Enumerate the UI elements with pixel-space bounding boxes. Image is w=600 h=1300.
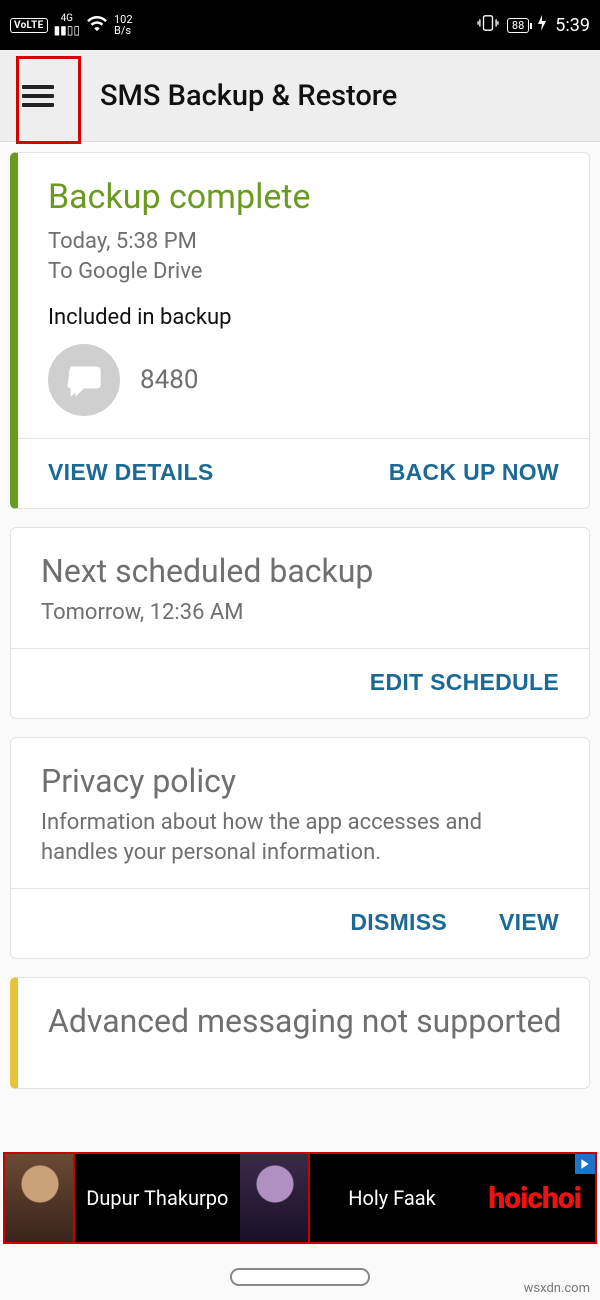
- back-up-now-button[interactable]: BACK UP NOW: [383, 455, 565, 490]
- backup-destination: To Google Drive: [48, 257, 563, 287]
- dismiss-button[interactable]: DISMISS: [344, 905, 453, 940]
- ad-info-icon[interactable]: [575, 1154, 595, 1174]
- charging-icon: [537, 15, 547, 35]
- watermark: wsxdn.com: [524, 1281, 590, 1296]
- app-title: SMS Backup & Restore: [100, 79, 397, 113]
- network-4g: 4G ▮▮▯▯: [54, 14, 80, 37]
- included-label: Included in backup: [48, 305, 563, 330]
- privacy-heading: Privacy policy: [41, 762, 563, 800]
- hamburger-icon: [22, 85, 54, 107]
- messages-count: 8480: [140, 365, 198, 395]
- status-bar: VoLTE 4G ▮▮▯▯ 102 B/s 88 5:39: [0, 0, 600, 50]
- view-details-button[interactable]: VIEW DETAILS: [42, 455, 219, 490]
- ad-thumbnail-1: [5, 1154, 75, 1242]
- edit-schedule-button[interactable]: EDIT SCHEDULE: [364, 665, 565, 700]
- privacy-body: Information about how the app accesses a…: [41, 808, 563, 868]
- backup-status-card: Backup complete Today, 5:38 PM To Google…: [10, 152, 590, 509]
- ad-brand: hoichoi: [474, 1181, 595, 1216]
- ad-title-1: Dupur Thakurpo: [75, 1187, 240, 1209]
- ad-thumbnail-2: [240, 1154, 310, 1242]
- schedule-card: Next scheduled backup Tomorrow, 12:36 AM…: [10, 527, 590, 719]
- schedule-heading: Next scheduled backup: [41, 552, 563, 590]
- advanced-heading: Advanced messaging not supported: [48, 1002, 563, 1040]
- advanced-messaging-card: Advanced messaging not supported: [10, 977, 590, 1089]
- menu-button[interactable]: [6, 50, 70, 142]
- volte-badge: VoLTE: [10, 18, 48, 33]
- view-button[interactable]: VIEW: [493, 905, 565, 940]
- vibrate-icon: [477, 14, 499, 36]
- battery-indicator: 88: [507, 18, 529, 33]
- ad-title-2: Holy Faak: [310, 1187, 475, 1209]
- messages-icon: [48, 344, 120, 416]
- net-speed: 102 B/s: [114, 14, 133, 36]
- clock: 5:39: [555, 15, 590, 36]
- backup-time: Today, 5:38 PM: [48, 227, 563, 257]
- wifi-icon: [86, 14, 108, 36]
- app-bar: SMS Backup & Restore: [0, 50, 600, 142]
- ad-banner[interactable]: Dupur Thakurpo Holy Faak hoichoi: [3, 1152, 597, 1244]
- backup-heading: Backup complete: [48, 177, 563, 217]
- privacy-card: Privacy policy Information about how the…: [10, 737, 590, 959]
- schedule-time: Tomorrow, 12:36 AM: [41, 598, 563, 628]
- home-gesture-pill[interactable]: [230, 1268, 370, 1286]
